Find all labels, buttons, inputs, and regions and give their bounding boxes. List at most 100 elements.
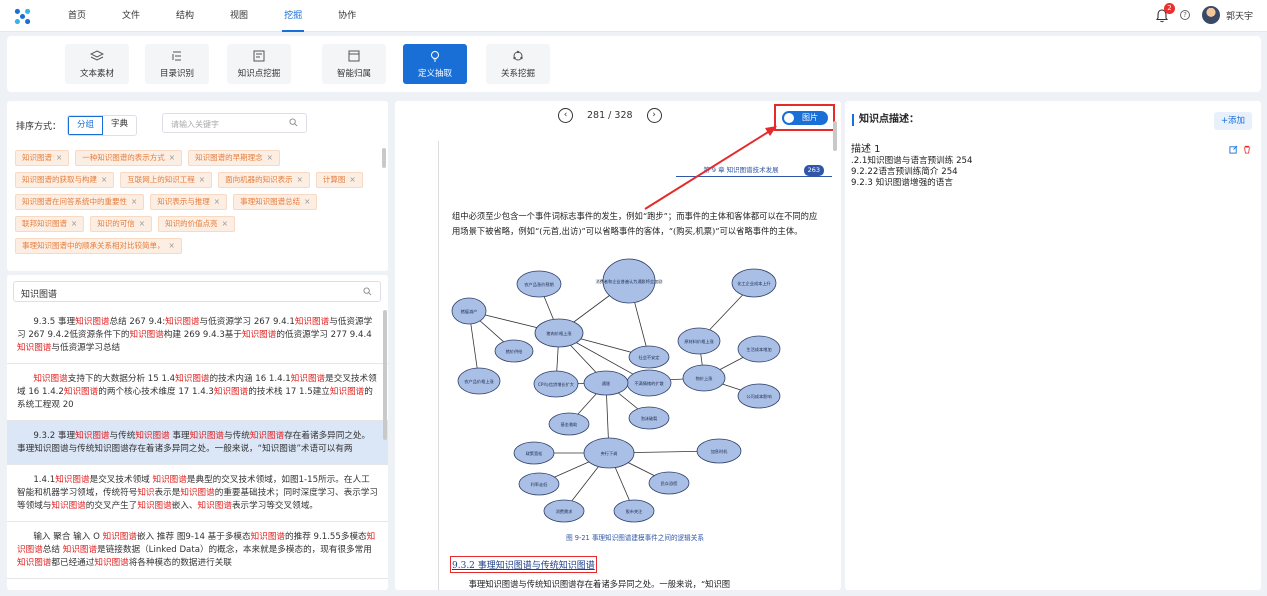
result-item[interactable]: 9.3.5 事理知识图谱总结 267 9.4:知识图谱与低资源学习 267 9.… (7, 307, 388, 364)
tag-item[interactable]: 联邦知识图谱 × (15, 216, 85, 232)
graph-node-label: 物价上涨 (696, 375, 714, 382)
tag-label: 知识图谱 (22, 153, 52, 162)
result-text: 嵌入、 (171, 501, 198, 511)
sort-group-option[interactable]: 分组 (68, 116, 104, 135)
tag-item[interactable]: 一种知识图谱的表示方式 × (75, 150, 183, 166)
highlight-keyword: 知识图谱 (197, 501, 232, 511)
tag-item[interactable]: 知识图谱在问答系统中的重要性 × (15, 194, 145, 210)
tag-item[interactable]: 知识图谱的获取与构建 × (15, 172, 115, 188)
result-text: 与低资源学习 267 9.4.1 (199, 317, 295, 327)
search-value: 知识图谱 (21, 290, 58, 300)
close-icon[interactable]: × (304, 197, 310, 206)
user-area: 2 ? 郭天宇 (1155, 3, 1253, 24)
tool-text-material[interactable]: 文本素材 (65, 44, 129, 84)
close-icon[interactable]: × (131, 197, 137, 206)
menu-view[interactable]: 视图 (212, 0, 266, 32)
tag-label: 互联网上的知识工程 (127, 175, 195, 184)
close-icon[interactable]: × (214, 197, 220, 206)
layers-icon (90, 50, 104, 61)
highlight-keyword: 知识图谱 (249, 431, 285, 441)
user-name[interactable]: 郭天宇 (1226, 9, 1253, 22)
search-icon[interactable] (363, 287, 372, 296)
app-logo-icon[interactable] (14, 8, 31, 25)
highlight-keyword: 知识图谱 (17, 343, 52, 353)
result-text: 构建 269 9.4.3基于 (163, 330, 242, 340)
close-icon[interactable]: × (56, 153, 62, 162)
keyword-placeholder: 请输入关键字 (171, 120, 219, 129)
tag-item[interactable]: 知识的价值点亮 × (158, 216, 235, 232)
result-text: 总结 (42, 545, 63, 555)
graph-node-label: 公司成本影响 (746, 393, 771, 400)
tag-item[interactable]: 事理知识图谱总结 × (233, 194, 318, 210)
close-icon[interactable]: × (71, 219, 77, 228)
result-text: 嵌入 推荐 图9-14 基于多模态 (136, 532, 251, 542)
result-text: 是链接数据（Linked Data）的概念，本来就是多模态的，现有很多常用 (97, 545, 372, 555)
tag-item[interactable]: 计算图 × (315, 172, 363, 188)
keyword-input[interactable]: 请输入关键字 (162, 113, 307, 133)
tool-knowledge-mining[interactable]: 知识点挖掘 (227, 44, 291, 84)
result-text: 的技术栈 17 1.5建立 (248, 387, 330, 397)
menu-structure[interactable]: 结构 (158, 0, 212, 32)
menu-file[interactable]: 文件 (104, 0, 158, 32)
result-item[interactable]: 知识图谱支持下的大数据分析 15 1.4知识图谱的技术内涵 16 1.4.1知识… (7, 364, 388, 421)
result-text: 与传统 (109, 431, 136, 441)
menu-collaborate[interactable]: 协作 (320, 0, 374, 32)
highlight-keyword: 知识图谱 (129, 330, 164, 340)
tag-scrollbar[interactable] (382, 148, 386, 168)
close-icon[interactable]: × (349, 175, 355, 184)
result-scrollbar[interactable] (383, 310, 387, 440)
notification-badge: 2 (1163, 3, 1175, 14)
tag-item[interactable]: 事理知识图谱中的顺承关系相对比较简单， × (15, 238, 182, 254)
highlight-keyword: 知识图谱 (180, 488, 215, 498)
close-icon[interactable]: × (199, 175, 205, 184)
highlight-keyword: 知识图谱 (250, 532, 286, 542)
close-icon[interactable]: × (101, 175, 107, 184)
close-icon[interactable]: × (297, 175, 303, 184)
tag-item[interactable]: 知识的可信 × (90, 216, 153, 232)
menu-home[interactable]: 首页 (50, 0, 104, 32)
help-icon[interactable]: ? (1179, 10, 1190, 20)
close-icon[interactable]: × (169, 241, 175, 250)
graph-node-label: 社会不安定 (639, 354, 660, 361)
close-icon[interactable]: × (169, 153, 175, 162)
close-icon[interactable]: × (222, 219, 228, 228)
top-bar: 首页 文件 结构 视图 挖掘 协作 2 ? 郭天宇 (0, 0, 1267, 32)
highlight-keyword: 知识图谱 (55, 475, 90, 485)
tool-relation-mining[interactable]: 关系挖掘 (486, 44, 550, 84)
event-logic-graph: 猪瘟减产 农产品涨价预期猪肉价格上涨 消费者和企业普遍认为通胀将会加剧社会不安定 猪价… (451, 258, 781, 523)
result-item[interactable]: 输入 聚合 输入 O 知识图谱嵌入 推荐 图9-14 基于多模态知识图谱的推荐 … (7, 522, 388, 579)
add-button[interactable]: +添加 (1214, 112, 1252, 130)
tool-smart-attribution[interactable]: 智能归属 (322, 44, 386, 84)
result-text: 输入 聚合 输入 O (33, 532, 103, 542)
graph-node-label: 猪肉价格上涨 (546, 330, 572, 337)
result-search-input[interactable]: 知识图谱 (13, 281, 381, 302)
description-title: 描述 1 (851, 144, 881, 155)
result-item[interactable]: 9.3.2 事理知识图谱与传统知识图谱 事理知识图谱与传统知识图谱存在着诸多异同… (7, 421, 388, 465)
result-item[interactable]: 1.4.1知识图谱是交叉技术领域 知识图谱是典型的交叉技术领域，如图1-15所示… (7, 465, 388, 522)
graph-node-label: CPI与信贷增长扩大 (538, 381, 574, 388)
tag-item[interactable]: 知识图谱 × (15, 150, 70, 166)
tag-item[interactable]: 面向机器的知识表示 × (218, 172, 310, 188)
sort-dict-option[interactable]: 字典 (103, 116, 136, 135)
close-icon[interactable]: × (139, 219, 145, 228)
edit-icon[interactable] (1229, 145, 1238, 154)
tag-label: 计算图 (322, 175, 346, 184)
section-title[interactable]: 9.3.2 事理知识图谱与传统知识图谱 (450, 556, 597, 573)
tag-item[interactable]: 互联网上的知识工程 × (120, 172, 213, 188)
tag-item[interactable]: 知识图谱的早期理念 × (188, 150, 280, 166)
result-text: 表示学习等交叉领域。 (231, 501, 318, 511)
search-icon[interactable] (289, 118, 298, 127)
tool-definition-extraction[interactable]: 定义抽取 (403, 44, 467, 84)
tag-item[interactable]: 知识表示与推理 × (150, 194, 228, 210)
sort-row: 排序方式： 分组 字典 (16, 115, 138, 136)
notification-button[interactable]: 2 (1155, 3, 1175, 24)
menu-mining[interactable]: 挖掘 (266, 0, 320, 32)
figure-caption: 图 9-21 事理知识图谱建模事件之间的逻辑关系 (566, 534, 704, 542)
tool-toc-recognition[interactable]: 目录识别 (145, 44, 209, 84)
tag-label: 知识的可信 (97, 219, 135, 228)
annotation-arrow (644, 126, 777, 210)
delete-icon[interactable] (1243, 145, 1251, 154)
highlight-keyword: 知识图谱 (33, 374, 68, 384)
avatar[interactable] (1201, 6, 1220, 24)
close-icon[interactable]: × (267, 153, 273, 162)
